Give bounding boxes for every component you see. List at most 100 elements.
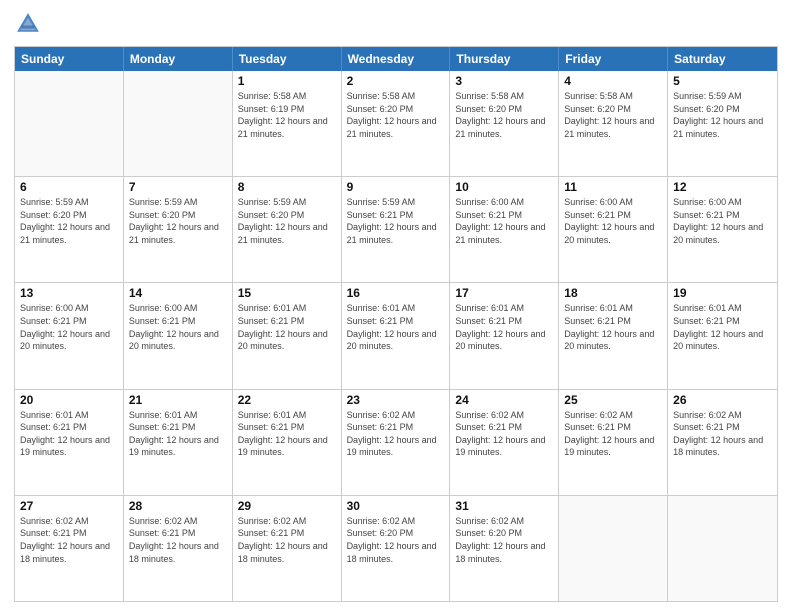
day-number: 17	[455, 286, 553, 300]
calendar-row: 27 Sunrise: 6:02 AM Sunset: 6:21 PM Dayli…	[15, 495, 777, 601]
day-number: 9	[347, 180, 445, 194]
header-day: Monday	[124, 47, 233, 71]
day-number: 1	[238, 74, 336, 88]
day-info: Sunrise: 6:02 AM Sunset: 6:21 PM Dayligh…	[564, 409, 662, 459]
day-info: Sunrise: 6:02 AM Sunset: 6:21 PM Dayligh…	[347, 409, 445, 459]
day-info: Sunrise: 6:01 AM Sunset: 6:21 PM Dayligh…	[564, 302, 662, 352]
calendar-cell: 18 Sunrise: 6:01 AM Sunset: 6:21 PM Dayli…	[559, 283, 668, 388]
day-info: Sunrise: 5:58 AM Sunset: 6:20 PM Dayligh…	[564, 90, 662, 140]
day-info: Sunrise: 5:59 AM Sunset: 6:20 PM Dayligh…	[129, 196, 227, 246]
day-number: 18	[564, 286, 662, 300]
calendar-cell: 2 Sunrise: 5:58 AM Sunset: 6:20 PM Daylig…	[342, 71, 451, 176]
calendar-cell: 15 Sunrise: 6:01 AM Sunset: 6:21 PM Dayli…	[233, 283, 342, 388]
calendar-cell: 27 Sunrise: 6:02 AM Sunset: 6:21 PM Dayli…	[15, 496, 124, 601]
logo	[14, 10, 46, 38]
day-info: Sunrise: 5:59 AM Sunset: 6:20 PM Dayligh…	[673, 90, 772, 140]
day-number: 26	[673, 393, 772, 407]
day-number: 2	[347, 74, 445, 88]
day-info: Sunrise: 6:02 AM Sunset: 6:21 PM Dayligh…	[20, 515, 118, 565]
calendar-cell: 10 Sunrise: 6:00 AM Sunset: 6:21 PM Dayli…	[450, 177, 559, 282]
calendar-cell: 20 Sunrise: 6:01 AM Sunset: 6:21 PM Dayli…	[15, 390, 124, 495]
day-number: 19	[673, 286, 772, 300]
day-info: Sunrise: 6:01 AM Sunset: 6:21 PM Dayligh…	[673, 302, 772, 352]
day-number: 31	[455, 499, 553, 513]
calendar-cell: 6Sunrise: 5:59 AM Sunset: 6:20 PM Daylig…	[15, 177, 124, 282]
calendar-cell	[668, 496, 777, 601]
day-info: Sunrise: 5:58 AM Sunset: 6:20 PM Dayligh…	[347, 90, 445, 140]
day-info: Sunrise: 6:01 AM Sunset: 6:21 PM Dayligh…	[238, 409, 336, 459]
calendar-cell: 31 Sunrise: 6:02 AM Sunset: 6:20 PM Dayli…	[450, 496, 559, 601]
day-number: 16	[347, 286, 445, 300]
day-info: Sunrise: 6:02 AM Sunset: 6:21 PM Dayligh…	[673, 409, 772, 459]
calendar-cell: 25 Sunrise: 6:02 AM Sunset: 6:21 PM Dayli…	[559, 390, 668, 495]
day-info: Sunrise: 6:00 AM Sunset: 6:21 PM Dayligh…	[20, 302, 118, 352]
calendar-cell: 1Sunrise: 5:58 AM Sunset: 6:19 PM Daylig…	[233, 71, 342, 176]
day-info: Sunrise: 6:01 AM Sunset: 6:21 PM Dayligh…	[129, 409, 227, 459]
calendar-cell: 22 Sunrise: 6:01 AM Sunset: 6:21 PM Dayli…	[233, 390, 342, 495]
day-number: 15	[238, 286, 336, 300]
calendar-cell: 7 Sunrise: 5:59 AM Sunset: 6:20 PM Daylig…	[124, 177, 233, 282]
day-number: 11	[564, 180, 662, 194]
day-number: 14	[129, 286, 227, 300]
calendar-cell	[124, 71, 233, 176]
calendar-cell: 26 Sunrise: 6:02 AM Sunset: 6:21 PM Dayli…	[668, 390, 777, 495]
calendar-cell: 24Sunrise: 6:02 AM Sunset: 6:21 PM Dayli…	[450, 390, 559, 495]
day-number: 3	[455, 74, 553, 88]
day-number: 5	[673, 74, 772, 88]
calendar-cell	[559, 496, 668, 601]
day-number: 6	[20, 180, 118, 194]
day-info: Sunrise: 6:02 AM Sunset: 6:21 PM Dayligh…	[129, 515, 227, 565]
page-header	[14, 10, 778, 38]
day-info: Sunrise: 6:00 AM Sunset: 6:21 PM Dayligh…	[673, 196, 772, 246]
day-number: 28	[129, 499, 227, 513]
day-info: Sunrise: 6:02 AM Sunset: 6:21 PM Dayligh…	[238, 515, 336, 565]
day-number: 29	[238, 499, 336, 513]
calendar-cell: 12 Sunrise: 6:00 AM Sunset: 6:21 PM Dayli…	[668, 177, 777, 282]
day-number: 27	[20, 499, 118, 513]
day-info: Sunrise: 6:02 AM Sunset: 6:20 PM Dayligh…	[455, 515, 553, 565]
day-info: Sunrise: 6:01 AM Sunset: 6:21 PM Dayligh…	[20, 409, 118, 459]
day-info: Sunrise: 6:01 AM Sunset: 6:21 PM Dayligh…	[455, 302, 553, 352]
day-info: Sunrise: 6:00 AM Sunset: 6:21 PM Dayligh…	[129, 302, 227, 352]
day-number: 30	[347, 499, 445, 513]
calendar-cell: 19 Sunrise: 6:01 AM Sunset: 6:21 PM Dayli…	[668, 283, 777, 388]
day-number: 13	[20, 286, 118, 300]
day-number: 25	[564, 393, 662, 407]
day-number: 7	[129, 180, 227, 194]
calendar-cell	[15, 71, 124, 176]
calendar-cell: 13 Sunrise: 6:00 AM Sunset: 6:21 PM Dayli…	[15, 283, 124, 388]
calendar-cell: 23 Sunrise: 6:02 AM Sunset: 6:21 PM Dayli…	[342, 390, 451, 495]
calendar-cell: 17 Sunrise: 6:01 AM Sunset: 6:21 PM Dayli…	[450, 283, 559, 388]
calendar-cell: 11Sunrise: 6:00 AM Sunset: 6:21 PM Dayli…	[559, 177, 668, 282]
day-number: 8	[238, 180, 336, 194]
day-number: 20	[20, 393, 118, 407]
day-number: 10	[455, 180, 553, 194]
day-info: Sunrise: 6:00 AM Sunset: 6:21 PM Dayligh…	[455, 196, 553, 246]
calendar-body: 1Sunrise: 5:58 AM Sunset: 6:19 PM Daylig…	[15, 71, 777, 601]
day-info: Sunrise: 5:58 AM Sunset: 6:20 PM Dayligh…	[455, 90, 553, 140]
calendar-cell: 16 Sunrise: 6:01 AM Sunset: 6:21 PM Dayli…	[342, 283, 451, 388]
calendar-row: 6 Sunrise: 5:59 AM Sunset: 6:20 PM Daylig…	[15, 176, 777, 282]
calendar-cell: 30Sunrise: 6:02 AM Sunset: 6:20 PM Dayli…	[342, 496, 451, 601]
calendar-cell: 3 Sunrise: 5:58 AM Sunset: 6:20 PM Daylig…	[450, 71, 559, 176]
calendar-page: SundayMondayTuesdayWednesdayThursdayFrid…	[0, 0, 792, 612]
header-day: Tuesday	[233, 47, 342, 71]
calendar-cell: 29 Sunrise: 6:02 AM Sunset: 6:21 PM Dayli…	[233, 496, 342, 601]
calendar-cell: 14 Sunrise: 6:00 AM Sunset: 6:21 PM Dayli…	[124, 283, 233, 388]
calendar-row: 1Sunrise: 5:58 AM Sunset: 6:19 PM Daylig…	[15, 71, 777, 176]
day-info: Sunrise: 6:01 AM Sunset: 6:21 PM Dayligh…	[238, 302, 336, 352]
day-number: 12	[673, 180, 772, 194]
day-number: 22	[238, 393, 336, 407]
header-day: Sunday	[15, 47, 124, 71]
calendar-cell: 21 Sunrise: 6:01 AM Sunset: 6:21 PM Dayli…	[124, 390, 233, 495]
logo-icon	[14, 10, 42, 38]
day-info: Sunrise: 5:59 AM Sunset: 6:21 PM Dayligh…	[347, 196, 445, 246]
day-number: 23	[347, 393, 445, 407]
calendar-cell: 9 Sunrise: 5:59 AM Sunset: 6:21 PM Daylig…	[342, 177, 451, 282]
calendar-cell: 28 Sunrise: 6:02 AM Sunset: 6:21 PM Dayli…	[124, 496, 233, 601]
day-info: Sunrise: 6:01 AM Sunset: 6:21 PM Dayligh…	[347, 302, 445, 352]
day-info: Sunrise: 6:02 AM Sunset: 6:21 PM Dayligh…	[455, 409, 553, 459]
day-number: 21	[129, 393, 227, 407]
header-day: Thursday	[450, 47, 559, 71]
header-day: Saturday	[668, 47, 777, 71]
